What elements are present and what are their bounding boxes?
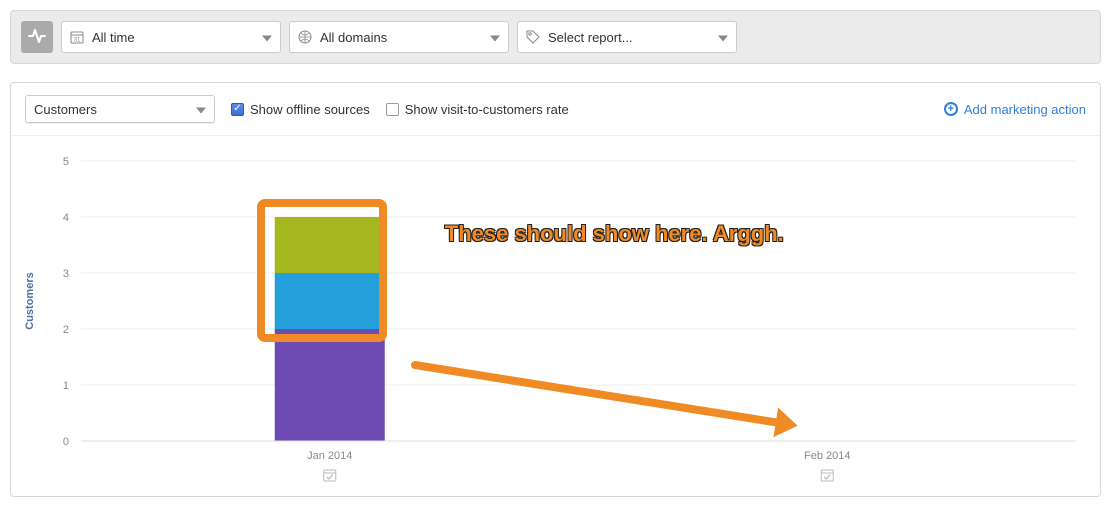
chart-controls-bar: Customers ✓ Show offline sources Show vi…: [11, 83, 1100, 136]
add-action-label: Add marketing action: [964, 102, 1086, 117]
analytics-logo-chip: [21, 21, 53, 53]
y-tick-label: 0: [63, 436, 69, 448]
annotation-arrow-icon: [385, 335, 828, 456]
chevron-down-icon: [718, 30, 728, 45]
show-offline-label: Show offline sources: [250, 102, 370, 117]
y-tick-label: 4: [63, 212, 69, 224]
calendar-check-icon[interactable]: [821, 470, 833, 481]
y-tick-label: 1: [63, 380, 69, 392]
report-dropdown[interactable]: Select report...: [517, 21, 737, 53]
chart-panel: Customers ✓ Show offline sources Show vi…: [10, 82, 1101, 497]
time-range-label: All time: [92, 30, 135, 45]
annotation-text: These should show here. Arggh.: [445, 221, 784, 247]
calendar-check-icon[interactable]: [324, 470, 336, 481]
show-rate-checkbox[interactable]: Show visit-to-customers rate: [386, 102, 569, 117]
chevron-down-icon: [196, 102, 206, 117]
y-axis-label: Customers: [24, 272, 36, 329]
tag-icon: [526, 30, 540, 44]
chevron-down-icon: [262, 30, 272, 45]
y-tick-label: 2: [63, 324, 69, 336]
show-offline-checkbox[interactable]: ✓ Show offline sources: [231, 102, 370, 117]
show-rate-label: Show visit-to-customers rate: [405, 102, 569, 117]
metric-dropdown[interactable]: Customers: [25, 95, 215, 123]
metric-label: Customers: [34, 102, 97, 117]
chevron-down-icon: [490, 30, 500, 45]
calendar-icon: 31: [70, 30, 84, 44]
chart-area: 012345CustomersJan 2014Feb 2014 These sh…: [11, 136, 1100, 496]
y-tick-label: 3: [63, 268, 69, 280]
pulse-icon: [28, 27, 46, 48]
plus-circle-icon: +: [944, 102, 958, 116]
svg-text:31: 31: [74, 38, 81, 44]
filters-toolbar: 31 All time All domains Select report...: [10, 10, 1101, 64]
x-tick-label: Jan 2014: [307, 450, 352, 462]
bar-segment[interactable]: [275, 329, 385, 441]
annotation-highlight-box: [257, 199, 387, 342]
checkbox-checked-icon: ✓: [231, 103, 244, 116]
globe-icon: [298, 30, 312, 44]
report-label: Select report...: [548, 30, 633, 45]
add-marketing-action-link[interactable]: + Add marketing action: [944, 102, 1086, 117]
time-range-dropdown[interactable]: 31 All time: [61, 21, 281, 53]
checkbox-unchecked-icon: [386, 103, 399, 116]
domain-label: All domains: [320, 30, 387, 45]
domain-dropdown[interactable]: All domains: [289, 21, 509, 53]
y-tick-label: 5: [63, 156, 69, 168]
